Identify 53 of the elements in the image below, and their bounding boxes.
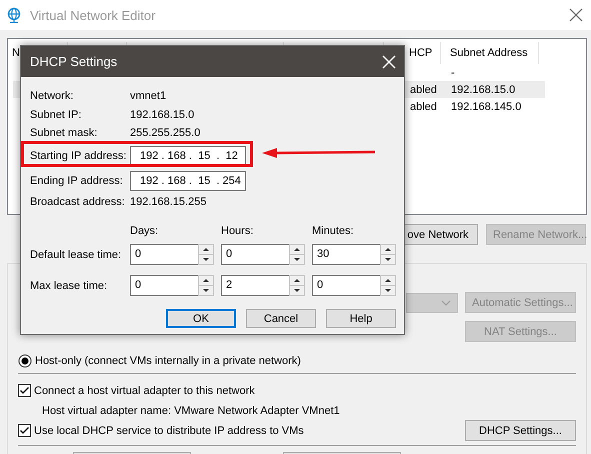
column-header: HCP — [409, 47, 432, 59]
table-cell: 192.168.15.0 — [451, 84, 516, 96]
number-field[interactable]: 0 — [130, 275, 198, 296]
checkbox[interactable] — [18, 384, 31, 397]
ip-address-field[interactable]: 192 . 168 . 15 . 254 — [130, 171, 246, 191]
checkbox-label: Use local DHCP service to distribute IP address to VMs — [34, 424, 304, 436]
field-value: 255.255.255.0 — [130, 127, 200, 140]
field-label: Subnet mask: — [30, 127, 98, 140]
button[interactable]: Cancel — [246, 309, 316, 328]
spinner-arrows-icon[interactable] — [380, 244, 396, 265]
spinner-arrows-icon[interactable] — [198, 244, 214, 265]
button[interactable]: Help — [326, 309, 396, 328]
button[interactable]: DHCP Settings... — [465, 420, 576, 441]
dialog-title: DHCP Settings — [30, 54, 118, 69]
checkbox-label: Connect a host virtual adapter to this network — [34, 384, 255, 396]
close-icon[interactable] — [569, 8, 583, 22]
table-cell: - — [451, 66, 455, 78]
button[interactable]: OK — [166, 309, 236, 328]
checkbox[interactable] — [18, 424, 31, 437]
number-field[interactable]: 0 — [312, 275, 380, 296]
spinner-arrows-icon[interactable] — [289, 244, 305, 265]
column-header: Subnet Address — [450, 47, 528, 59]
ip-address-field[interactable]: 192 . 168 . 15 . 12 — [130, 146, 246, 166]
table-cell: 192.168.145.0 — [451, 100, 522, 112]
radio-button[interactable] — [18, 354, 32, 368]
column-label: Minutes: — [312, 225, 355, 237]
field-value: 192.168.15.0 — [130, 108, 194, 121]
spinner-arrows-icon[interactable] — [380, 275, 396, 296]
table-cell: abled — [410, 84, 437, 96]
number-field[interactable]: 30 — [312, 244, 380, 265]
field-label: Max lease time: — [30, 280, 108, 292]
number-field[interactable]: 0 — [130, 244, 198, 265]
column-label: Hours: — [221, 225, 254, 237]
field-value: vmnet1 — [130, 90, 166, 102]
field-label: Default lease time: — [30, 248, 122, 260]
column-label: Days: — [130, 225, 160, 237]
spinner-arrows-icon[interactable] — [289, 275, 305, 296]
number-field[interactable]: 2 — [221, 275, 289, 296]
field-value: 192.168.15.255 — [130, 196, 206, 208]
field-label: Ending IP address: — [30, 175, 124, 187]
adapter-name-text: Host virtual adapter name: VMware Network Adapter VMnet1 — [42, 405, 341, 417]
field-label: Subnet IP: — [30, 108, 82, 121]
column-header: N — [12, 47, 20, 59]
window-title: Virtual Network Editor — [30, 8, 156, 22]
radio-label: Host-only (connect VMs internally in a private network) — [35, 355, 301, 367]
field-label: Broadcast address: — [30, 196, 126, 208]
spinner-arrows-icon[interactable] — [198, 275, 214, 296]
number-field[interactable]: 0 — [221, 244, 289, 265]
field-label: Network: — [30, 90, 74, 102]
globe-icon — [6, 7, 22, 23]
chevron-down-icon — [441, 300, 451, 306]
table-cell: abled — [410, 100, 437, 112]
field-label: Starting IP address: — [30, 150, 128, 162]
